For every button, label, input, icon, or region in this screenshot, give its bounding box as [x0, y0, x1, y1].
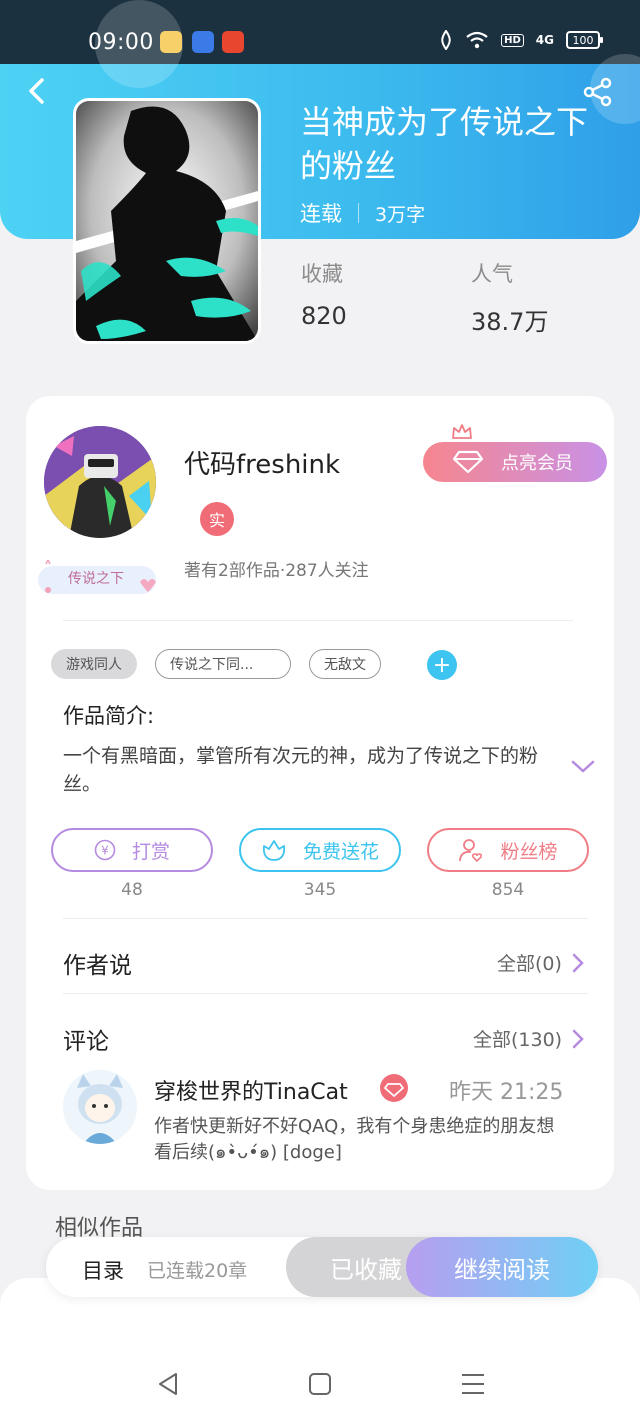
- continue-reading-button[interactable]: 继续阅读: [406, 1237, 598, 1297]
- author-stats: 著有2部作品·287人关注: [184, 561, 369, 581]
- flower-count: 345: [303, 880, 337, 900]
- battery-level: 100: [572, 33, 594, 47]
- send-flower-label: 免费送花: [302, 840, 379, 863]
- reward-count: 48: [121, 880, 143, 900]
- comments-all-label: 全部(130): [473, 1029, 563, 1051]
- book-status: 连载: [300, 202, 342, 226]
- yen-icon: ¥: [94, 839, 116, 861]
- vip-button-label: 点亮会员: [501, 453, 573, 474]
- divider: [63, 620, 573, 621]
- wifi-icon: [466, 31, 488, 49]
- toc-button[interactable]: 目录: [82, 1255, 124, 1285]
- popularity-value: 38.7万: [471, 308, 549, 336]
- vip-diamond-badge: [380, 1074, 408, 1102]
- fan-rank-label: 粉丝榜: [500, 840, 558, 863]
- nav-menu-icon[interactable]: [459, 1370, 487, 1398]
- chevron-down-icon[interactable]: [570, 756, 596, 776]
- author-name[interactable]: 代码freshink: [184, 444, 340, 481]
- intro-title: 作品简介:: [63, 704, 155, 728]
- commenter-name[interactable]: 穿梭世界的TinaCat: [154, 1074, 348, 1106]
- author-fan-badge-label: 传说之下: [68, 571, 124, 587]
- notification-app-icon: [192, 31, 214, 53]
- tag-item[interactable]: 无敌文: [309, 649, 381, 679]
- fan-rank-count: 854: [491, 880, 525, 900]
- avatar-art: [44, 426, 156, 538]
- commenter-avatar[interactable]: [63, 1070, 137, 1144]
- popularity-label: 人气: [471, 262, 513, 286]
- back-icon[interactable]: [22, 76, 52, 106]
- add-tag-button[interactable]: +: [427, 650, 457, 680]
- author-says-title: 作者说: [63, 953, 132, 979]
- divider: [63, 993, 588, 994]
- decor-bubble: [95, 0, 183, 88]
- flower-icon: [262, 840, 286, 861]
- divider: [63, 918, 588, 919]
- diamond-icon: [453, 450, 483, 474]
- status-indicators: HD 4G 100: [439, 30, 603, 50]
- collect-stat: 收藏 820: [301, 258, 347, 330]
- comments-all-link[interactable]: 全部(130): [473, 1025, 584, 1052]
- author-says-all-label: 全部(0): [497, 953, 562, 975]
- svg-text:¥: ¥: [101, 844, 109, 858]
- book-title: 当神成为了传说之下的粉丝: [300, 103, 589, 185]
- tag-item[interactable]: 游戏同人: [51, 649, 137, 679]
- collect-value: 820: [301, 302, 347, 330]
- chevron-right-icon: [572, 953, 584, 972]
- location-icon: [441, 30, 451, 50]
- comment-text: 作者快更新好不好QAQ，我有个身患绝症的朋友想看后续(๑•̀ᴗ•́๑) [dog…: [154, 1116, 555, 1163]
- network-label: 4G: [535, 33, 554, 47]
- meta-divider: [358, 203, 359, 223]
- author-avatar[interactable]: [44, 426, 156, 538]
- comments-title: 评论: [63, 1029, 109, 1055]
- commenter-avatar-art: [63, 1070, 137, 1144]
- collect-label: 收藏: [301, 262, 343, 286]
- reward-button[interactable]: ¥ 打赏: [51, 828, 213, 872]
- chevron-right-icon: [572, 1029, 584, 1048]
- hd-icon: HD: [501, 33, 524, 47]
- book-cover[interactable]: [73, 98, 261, 344]
- intro-text: 一个有黑暗面，掌管所有次元的神，成为了传说之下的粉丝。: [63, 745, 539, 795]
- reward-label: 打赏: [131, 840, 170, 863]
- notification-app-icon: [222, 31, 244, 53]
- nav-back-icon[interactable]: [154, 1370, 182, 1398]
- book-word-count: 3万字: [375, 203, 426, 226]
- vip-button[interactable]: 点亮会员: [423, 442, 607, 482]
- verified-badge: 实: [200, 502, 234, 536]
- cover-art: [76, 101, 258, 341]
- send-flower-button[interactable]: 免费送花: [239, 828, 401, 872]
- tag-list: 游戏同人 传说之下同... 无敌文: [51, 649, 381, 679]
- fan-rank-button[interactable]: 粉丝榜: [427, 828, 589, 872]
- author-says-all-link[interactable]: 全部(0): [497, 949, 584, 976]
- nav-home-icon[interactable]: [306, 1370, 334, 1398]
- crown-icon: [452, 424, 472, 439]
- battery-icon: 100: [566, 31, 603, 49]
- tag-item[interactable]: 传说之下同...: [155, 649, 291, 679]
- comment-time: 昨天 21:25: [449, 1080, 564, 1105]
- popularity-stat: 人气 38.7万: [471, 258, 548, 337]
- user-heart-icon: [459, 839, 483, 863]
- chapter-count: 已连载20章: [147, 1260, 248, 1282]
- book-meta: 连载 3万字: [300, 198, 425, 228]
